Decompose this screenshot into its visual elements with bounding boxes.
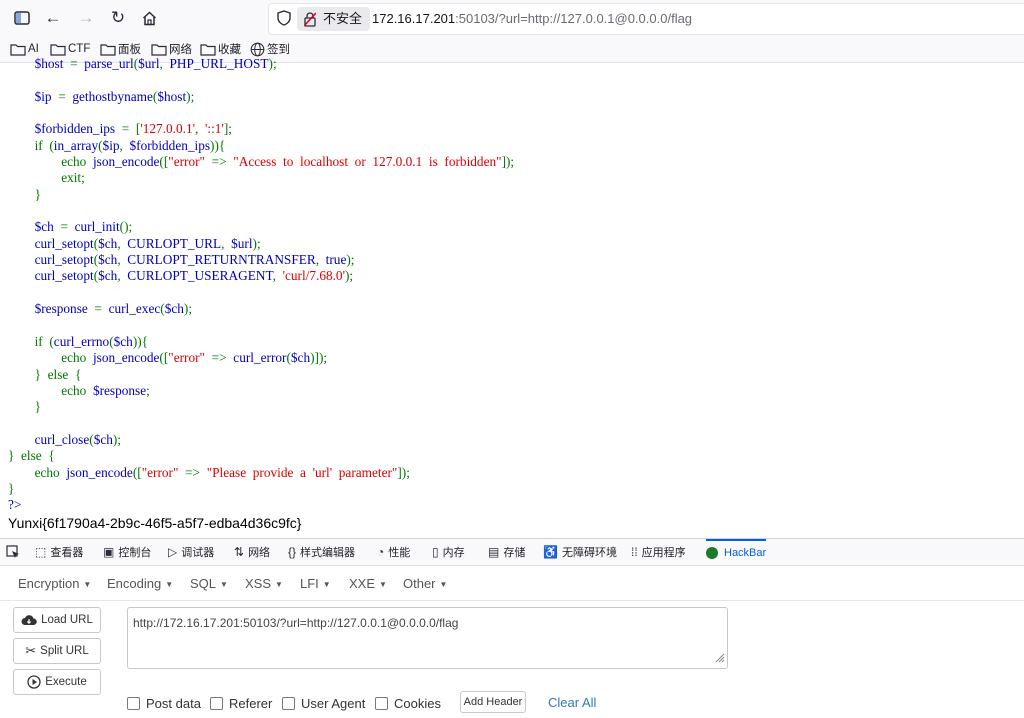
execute-button[interactable]: Execute [13,669,101,695]
post-data-checkbox[interactable]: Post data [127,696,201,711]
checkbox-box[interactable] [375,697,388,710]
memory-icon: ▯ [432,545,439,559]
inspector-icon: ⬚ [35,545,47,559]
element-picker-icon[interactable] [6,539,20,565]
tab-network[interactable]: ⇅ 网络 [234,539,270,565]
page-content: $host = parse_url($url, PHP_URL_HOST); $… [0,56,1024,538]
tab-application[interactable]: ⁞⁞ 应用程序 [631,539,686,565]
menu-sql[interactable]: SQL ▼ [190,576,228,591]
divider [0,600,1024,601]
performance-icon: ◔ [377,545,385,559]
tab-style-editor[interactable]: {} 样式编辑器 [288,539,355,565]
checkbox-box[interactable] [210,697,223,710]
menu-encryption[interactable]: Encryption ▼ [18,576,91,591]
split-url-button[interactable]: ✂ Split URL [13,638,101,664]
tab-memory[interactable]: ▯ 内存 [432,539,465,565]
devtools-panel: ⬚ 查看器 ▣ 控制台 ▷ 调试器 ⇅ 网络 {} 样式编辑器 ◔ 性能 ▯ 内存 ▤ 存储 ♿… [0,538,1024,718]
add-header-button[interactable]: Add Header [460,691,526,713]
caret-down-icon: ▼ [275,580,283,590]
style-editor-icon: {} [288,545,297,559]
debugger-icon: ▷ [168,545,178,559]
checkbox-box[interactable] [282,697,295,710]
not-secure-label: 不安全 [323,11,363,26]
address-bar[interactable]: 不安全 172.16.17.201:50103/?url=http://127.… [268,3,1024,35]
connection-not-secure-badge[interactable]: 不安全 [297,7,371,31]
application-icon: ⁞⁞ [631,545,638,559]
folder-icon [10,43,26,56]
checkbox-box[interactable] [127,697,140,710]
menu-lfi[interactable]: LFI ▼ [300,576,331,591]
menu-xxe[interactable]: XXE ▼ [349,576,387,591]
hackbar-menu: Encryption ▼ Encoding ▼ SQL ▼ XSS ▼ LFI ▼ XXE… [0,566,1024,600]
browser-toolbar: ← → ↻ 不安全 172.16.17.201:50103/?url=http:… [0,0,1024,63]
back-icon[interactable]: ← [41,6,65,30]
tab-console[interactable]: ▣ 控制台 [103,539,151,565]
devtools-tab-bar: ⬚ 查看器 ▣ 控制台 ▷ 调试器 ⇅ 网络 {} 样式编辑器 ◔ 性能 ▯ 内存 ▤ 存储 ♿… [0,539,1024,566]
caret-down-icon: ▼ [165,580,174,590]
tab-storage[interactable]: ▤ 存储 [488,539,525,565]
cloud-download-icon [21,614,37,626]
tab-debugger[interactable]: ▷ 调试器 [168,539,214,565]
referer-checkbox[interactable]: Referer [210,696,272,711]
home-icon[interactable] [137,6,161,30]
caret-down-icon: ▼ [83,580,92,590]
folder-icon [100,43,116,56]
tracking-shield-icon[interactable] [277,10,293,28]
network-icon: ⇅ [234,545,245,559]
tab-inspector[interactable]: ⬚ 查看器 [35,539,83,565]
folder-icon [151,43,167,56]
url-textarea-value: http://172.16.17.201:50103/?url=http://1… [133,616,459,630]
url-path: :50103/?url=http://127.0.0.1@0.0.0.0/fla… [455,11,693,26]
clear-all-link[interactable]: Clear All [548,695,596,710]
caret-down-icon: ▼ [439,580,448,590]
resize-grip-icon[interactable] [715,652,725,666]
url-textarea[interactable]: http://172.16.17.201:50103/?url=http://1… [127,607,728,669]
globe-icon [250,42,265,56]
hackbar-icon [706,547,718,559]
menu-encoding[interactable]: Encoding ▼ [107,576,173,591]
storage-icon: ▤ [488,545,500,559]
play-circle-icon [27,675,41,689]
tab-accessibility[interactable]: ♿ 无障碍环境 [543,539,617,565]
sidebar-toggle-icon[interactable] [10,6,34,30]
forward-icon[interactable]: → [74,6,98,30]
user-agent-checkbox[interactable]: User Agent [282,696,365,711]
insecure-lock-icon [303,11,317,35]
caret-down-icon: ▼ [220,580,228,590]
scissors-icon: ✂ [25,643,37,658]
caret-down-icon: ▼ [379,580,387,590]
tab-hackbar[interactable]: HackBar [706,539,767,565]
folder-icon [50,43,66,56]
flag-output: Yunxi{6f1790a4-2b9c-46f5-a5f7-edba4d36c9… [8,515,302,531]
accessibility-icon: ♿ [543,545,558,559]
menu-other[interactable]: Other ▼ [403,576,447,591]
tab-performance[interactable]: ◔ 性能 [377,539,410,565]
menu-xss[interactable]: XSS ▼ [245,576,283,591]
url-host: 172.16.17.201 [372,11,456,26]
reload-icon[interactable]: ↻ [106,6,130,30]
caret-down-icon: ▼ [322,580,331,590]
php-source-code: $host = parse_url($url, PHP_URL_HOST); $… [8,56,515,513]
url-text[interactable]: 172.16.17.201:50103/?url=http://127.0.0.… [372,4,692,34]
load-url-button[interactable]: Load URL [13,607,101,633]
cookies-checkbox[interactable]: Cookies [375,696,441,711]
folder-icon [200,43,216,56]
console-icon: ▣ [103,545,115,559]
